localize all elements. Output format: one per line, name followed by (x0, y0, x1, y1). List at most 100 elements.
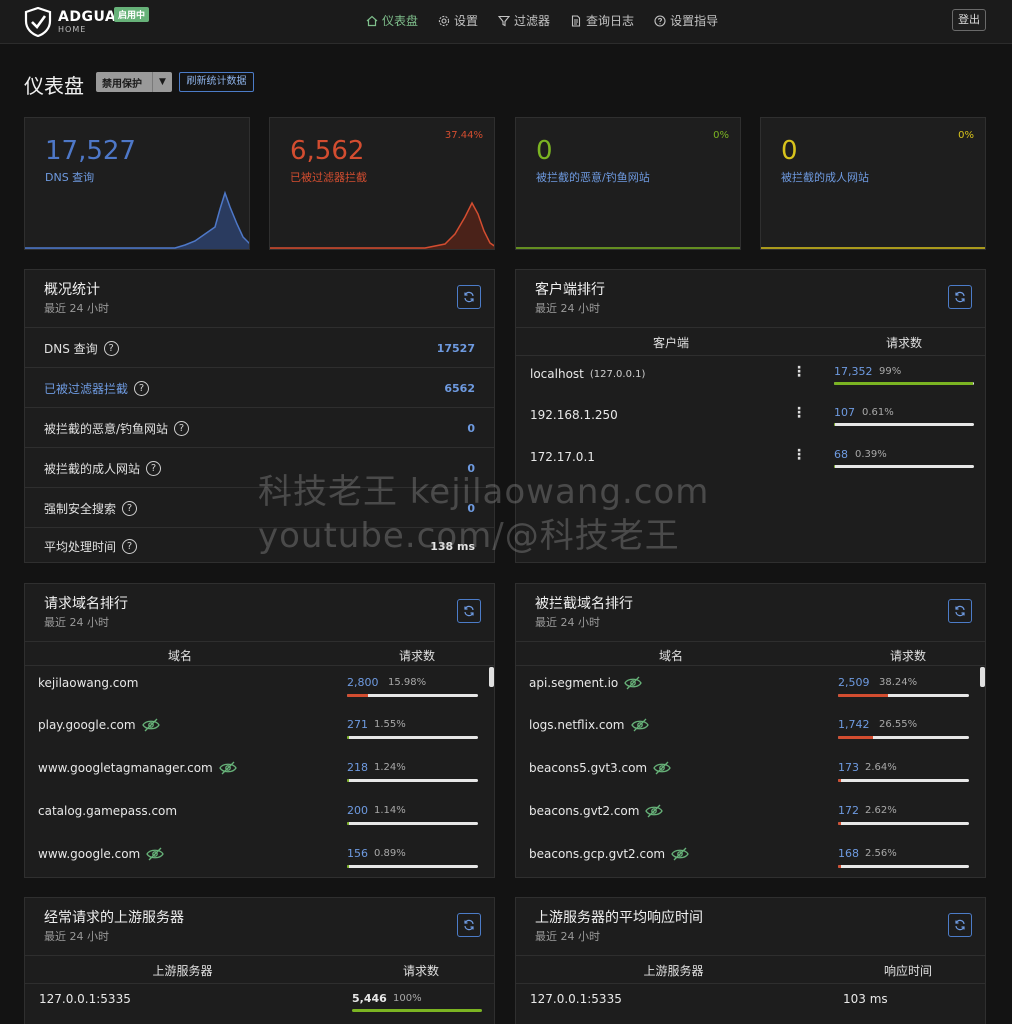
question-icon[interactable]: ? (174, 421, 190, 436)
column-header-domain[interactable]: 域名 (626, 647, 716, 664)
request-count[interactable]: 218 (347, 761, 368, 774)
more-options-icon[interactable]: ⋮ (792, 447, 806, 463)
column-header-requests[interactable]: 请求数 (371, 962, 471, 979)
domain-name[interactable]: beacons.gvt2.com (529, 804, 639, 818)
panel-subtitle: 最近 24 小时 (44, 302, 109, 315)
panel-title: 概况统计 (44, 282, 100, 298)
upstream-name: 127.0.0.1:5335 (39, 992, 131, 1006)
column-header-requests[interactable]: 请求数 (858, 647, 958, 664)
column-header-requests[interactable]: 请求数 (834, 334, 974, 351)
request-count[interactable]: 17,352 (834, 365, 873, 378)
request-percent: 26.55% (879, 719, 918, 730)
request-count[interactable]: 172 (838, 804, 859, 817)
column-header-upstream[interactable]: 上游服务器 (135, 962, 230, 979)
refresh-stats-button[interactable]: 刷新统计数据 (179, 72, 254, 92)
eye-crossed-icon[interactable] (645, 804, 664, 818)
logout-button[interactable]: 登出 (952, 9, 986, 31)
stat-label[interactable]: 已被过滤器拦截 (290, 169, 367, 185)
refresh-button[interactable] (948, 285, 972, 309)
nav-label: 设置指导 (670, 14, 719, 28)
request-count[interactable]: 168 (838, 847, 859, 860)
request-count[interactable]: 173 (838, 761, 859, 774)
question-icon[interactable]: ? (146, 461, 162, 476)
column-header-upstream[interactable]: 上游服务器 (626, 962, 721, 979)
request-percent: 2.62% (865, 805, 897, 816)
nav-item-filters[interactable]: 过滤器 (498, 12, 550, 29)
domain-name[interactable]: kejilaowang.com (38, 676, 138, 690)
panel-subtitle: 最近 24 小时 (535, 930, 600, 943)
stat-label[interactable]: 被拦截的成人网站 (781, 169, 869, 185)
stat-label[interactable]: DNS 查询 (45, 169, 94, 185)
table-row: beacons.gvt2.com 172 2.62% (516, 794, 985, 837)
domain-name[interactable]: play.google.com (38, 718, 136, 732)
refresh-icon (464, 919, 474, 931)
progress-bar (834, 382, 974, 385)
stat-percent: 0% (958, 130, 974, 141)
chevron-down-icon[interactable]: ▼ (152, 72, 172, 92)
nav-item-setup-guide[interactable]: 设置指导 (654, 12, 718, 29)
row-label: 被拦截的恶意/钓鱼网站 (44, 422, 169, 436)
disable-protection-button[interactable]: 禁用保护 ▼ (96, 72, 172, 92)
request-count[interactable]: 1,742 (838, 718, 870, 731)
row-label[interactable]: 已被过滤器拦截 (44, 380, 128, 397)
request-count[interactable]: 200 (347, 804, 368, 817)
document-icon (571, 14, 581, 27)
domain-name[interactable]: api.segment.io (529, 676, 618, 690)
refresh-button[interactable] (457, 285, 481, 309)
eye-crossed-icon[interactable] (630, 718, 649, 732)
panel-subtitle: 最近 24 小时 (44, 930, 109, 943)
table-row: localhost (127.0.0.1) ⋮ 17,352 99% (516, 355, 985, 397)
stat-value: 0 (781, 136, 798, 166)
request-count[interactable]: 107 (834, 406, 855, 419)
request-count[interactable]: 2,800 (347, 676, 379, 689)
request-count[interactable]: 271 (347, 718, 368, 731)
column-header-domain[interactable]: 域名 (135, 647, 225, 664)
domain-name[interactable]: www.googletagmanager.com (38, 761, 213, 775)
column-header-response-time[interactable]: 响应时间 (858, 962, 958, 979)
nav-item-query-log[interactable]: 查询日志 (570, 12, 634, 29)
refresh-button[interactable] (457, 913, 481, 937)
table-row: 127.0.0.1:5335 5,446 100% (25, 983, 494, 1024)
progress-fill (838, 694, 888, 697)
client-name[interactable]: 172.17.0.1 (530, 450, 595, 464)
shield-check-icon (24, 7, 52, 37)
column-header-client[interactable]: 客户端 (616, 334, 726, 351)
client-name[interactable]: localhost (530, 367, 584, 381)
question-icon[interactable]: ? (103, 341, 119, 356)
table-row: api.segment.io 2,509 38.24% (516, 665, 985, 708)
client-name[interactable]: 192.168.1.250 (530, 408, 618, 422)
question-icon[interactable]: ? (134, 381, 150, 396)
domain-name[interactable]: beacons5.gvt3.com (529, 761, 647, 775)
more-options-icon[interactable]: ⋮ (792, 364, 806, 380)
refresh-button[interactable] (948, 599, 972, 623)
row-label: 强制安全搜索 (44, 502, 117, 516)
table-header: 上游服务器 响应时间 (516, 955, 985, 983)
progress-bar (834, 423, 974, 426)
request-count[interactable]: 68 (834, 448, 848, 461)
refresh-button[interactable] (948, 913, 972, 937)
nav-item-dashboard[interactable]: 仪表盘 (366, 12, 418, 29)
question-icon[interactable]: ? (122, 501, 138, 516)
request-count[interactable]: 2,509 (838, 676, 870, 689)
eye-crossed-icon[interactable] (141, 718, 160, 732)
request-count[interactable]: 5,446 (352, 992, 387, 1005)
nav-item-settings[interactable]: 设置 (438, 12, 478, 29)
question-icon[interactable]: ? (122, 539, 138, 554)
column-header-requests[interactable]: 请求数 (367, 647, 467, 664)
stat-label[interactable]: 被拦截的恶意/钓鱼网站 (536, 169, 650, 185)
domain-name[interactable]: logs.netflix.com (529, 718, 625, 732)
eye-crossed-icon[interactable] (146, 847, 164, 861)
more-options-icon[interactable]: ⋮ (792, 405, 806, 421)
eye-crossed-icon[interactable] (218, 761, 237, 775)
domain-name[interactable]: catalog.gamepass.com (38, 804, 177, 818)
domain-name[interactable]: www.google.com (38, 847, 140, 861)
refresh-button[interactable] (457, 599, 481, 623)
filter-icon (498, 15, 511, 26)
nav-label: 过滤器 (514, 14, 551, 28)
request-count[interactable]: 156 (347, 847, 368, 860)
eye-crossed-icon[interactable] (671, 847, 689, 861)
panel-title: 客户端排行 (535, 282, 605, 298)
domain-name[interactable]: beacons.gcp.gvt2.com (529, 847, 665, 861)
eye-crossed-icon[interactable] (653, 761, 671, 775)
eye-crossed-icon[interactable] (624, 676, 643, 690)
